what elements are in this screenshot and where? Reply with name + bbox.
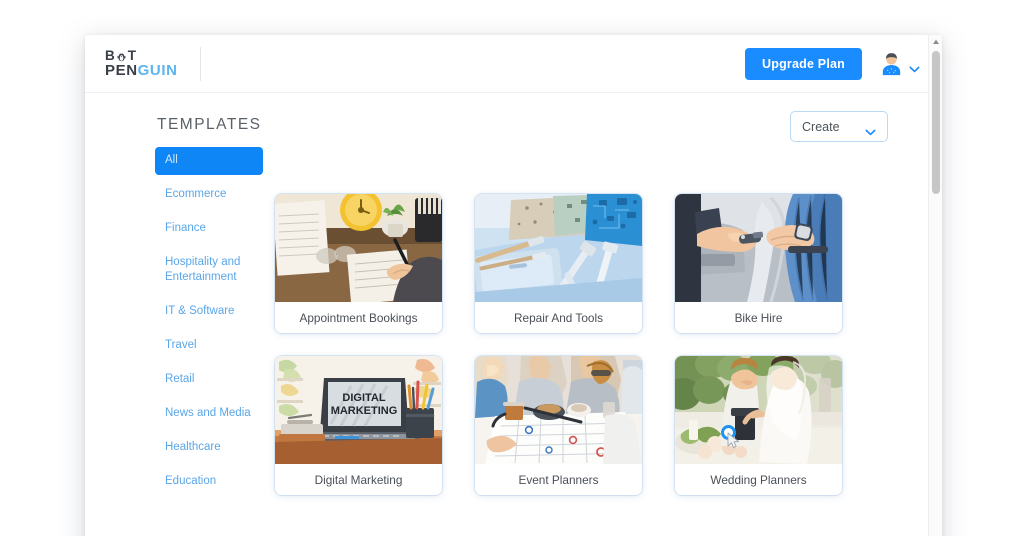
- app-header: B T PENGUIN Upgrade Plan: [85, 35, 942, 93]
- brand-logo[interactable]: B T PENGUIN: [105, 46, 201, 81]
- sidebar-item-it-software[interactable]: IT & Software: [155, 298, 263, 326]
- page-title: TEMPLATES: [157, 116, 262, 133]
- template-label: Repair And Tools: [475, 302, 642, 333]
- template-thumbnail-bike-hire: [675, 194, 842, 302]
- logo-line-bot: B T: [105, 49, 178, 63]
- app-body: TEMPLATES All Ecommerce Finance Hospital…: [85, 93, 942, 536]
- penguin-icon: [116, 51, 127, 62]
- thumb-text-digital: DIGITAL: [342, 392, 385, 404]
- sidebar-item-news-media[interactable]: News and Media: [155, 400, 263, 428]
- sidebar-item-ecommerce[interactable]: Ecommerce: [155, 181, 263, 209]
- upgrade-plan-button[interactable]: Upgrade Plan: [745, 47, 862, 80]
- scroll-up-arrow-icon[interactable]: [932, 38, 940, 46]
- template-thumbnail-event-planners: [475, 356, 642, 464]
- template-card-wedding-planners[interactable]: Wedding Planners: [675, 356, 842, 495]
- template-thumbnail-appointment-bookings: [275, 194, 442, 302]
- template-label: Event Planners: [475, 464, 642, 495]
- logo-text-pen: PEN: [105, 61, 138, 79]
- logo-letter-b: B: [105, 47, 116, 63]
- chevron-down-icon: [865, 123, 876, 136]
- app-window: B T PENGUIN Upgrade Plan TEMPLATES All E…: [85, 35, 942, 536]
- vertical-scrollbar[interactable]: [928, 35, 942, 536]
- screenshot-root: B T PENGUIN Upgrade Plan TEMPLATES All E…: [0, 0, 1024, 536]
- category-sidebar: All Ecommerce Finance Hospitality and En…: [155, 147, 263, 501]
- header-divider: [199, 46, 201, 81]
- sidebar-item-retail[interactable]: Retail: [155, 366, 263, 394]
- template-card-grid: Appointment Bookings Repair And Tools Bi…: [275, 194, 855, 495]
- template-card-bike-hire[interactable]: Bike Hire: [675, 194, 842, 333]
- template-card-appointment-bookings[interactable]: Appointment Bookings: [275, 194, 442, 333]
- sidebar-item-all[interactable]: All: [155, 147, 263, 175]
- sidebar-item-hospitality[interactable]: Hospitality and Entertainment: [155, 249, 263, 293]
- sidebar-item-healthcare[interactable]: Healthcare: [155, 434, 263, 462]
- template-label: Appointment Bookings: [275, 302, 442, 333]
- template-label: Wedding Planners: [675, 464, 842, 495]
- header-actions: Upgrade Plan: [745, 47, 920, 80]
- chevron-down-icon[interactable]: [909, 60, 920, 73]
- create-dropdown-label: Create: [802, 119, 840, 134]
- template-thumbnail-digital-marketing: DIGITAL MARKETING: [275, 356, 442, 464]
- create-dropdown[interactable]: Create: [790, 111, 888, 142]
- scrollbar-thumb[interactable]: [932, 51, 940, 194]
- thumb-text-marketing: MARKETING: [331, 405, 398, 417]
- template-label: Digital Marketing: [275, 464, 442, 495]
- sidebar-item-finance[interactable]: Finance: [155, 215, 263, 243]
- user-avatar-icon: [878, 50, 905, 77]
- template-thumbnail-wedding-planners: [675, 356, 842, 464]
- template-label: Bike Hire: [675, 302, 842, 333]
- template-card-repair-and-tools[interactable]: Repair And Tools: [475, 194, 642, 333]
- sidebar-item-education[interactable]: Education: [155, 468, 263, 496]
- template-card-event-planners[interactable]: Event Planners: [475, 356, 642, 495]
- logo-text-guin: GUIN: [137, 61, 178, 79]
- sidebar-item-travel[interactable]: Travel: [155, 332, 263, 360]
- logo-mark: B T PENGUIN: [105, 49, 178, 78]
- template-card-digital-marketing[interactable]: DIGITAL MARKETING Digital Marketing: [275, 356, 442, 495]
- template-thumbnail-repair-and-tools: [475, 194, 642, 302]
- logo-line-penguin: PENGUIN: [105, 63, 178, 78]
- user-menu[interactable]: [878, 50, 920, 77]
- logo-letter-t: T: [127, 47, 137, 63]
